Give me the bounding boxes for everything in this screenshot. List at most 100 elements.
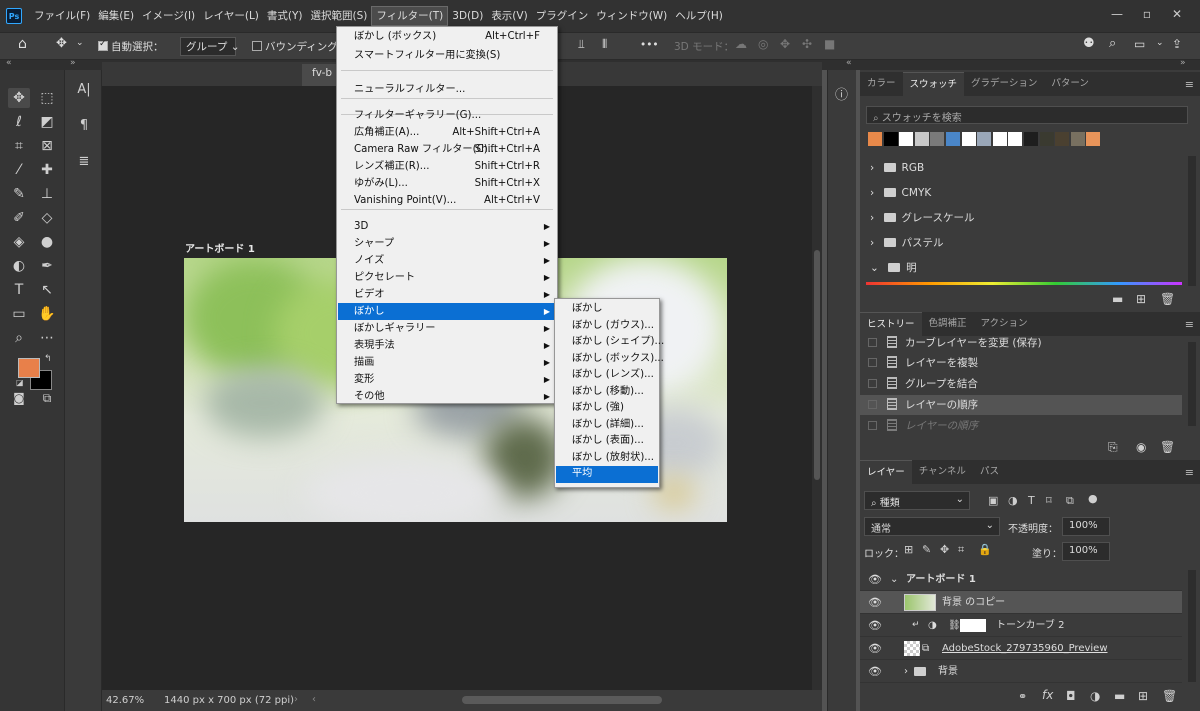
add-mask-icon[interactable]: ◘ <box>1066 689 1076 703</box>
adjustment-layer-icon[interactable]: ◑ <box>1090 689 1100 703</box>
filter-menu-item-video[interactable]: ビデオ ▶ <box>338 286 556 303</box>
swatches-panel-menu-icon[interactable]: ≡ <box>1185 78 1194 91</box>
menu-plugins[interactable]: プラグイン <box>532 6 593 26</box>
filter-menu-item-blur[interactable]: ぼかし ▶ <box>338 303 556 320</box>
hand-tool-icon[interactable]: ✋ <box>36 304 58 324</box>
filter-menu-item-other[interactable]: その他 ▶ <box>338 388 556 405</box>
delete-icon[interactable]: 🗑 <box>1162 689 1177 703</box>
color-swatch[interactable] <box>868 132 882 146</box>
rectangle-tool-icon[interactable]: ▭ <box>8 304 30 324</box>
zoom-tool-icon[interactable]: ⌕ <box>8 328 30 348</box>
color-swatch[interactable] <box>946 132 960 146</box>
dodge-tool-icon[interactable]: ◐ <box>8 256 30 276</box>
menu-filter[interactable]: フィルター(T) <box>371 6 449 26</box>
properties-panel-icon[interactable]: ≣ <box>73 152 95 172</box>
collapse-left-icon[interactable]: « <box>6 58 12 68</box>
swatch-folder-pastel[interactable]: › パステル <box>860 231 1182 256</box>
object-select-tool-icon[interactable]: ◩ <box>36 112 58 132</box>
menu-view[interactable]: 表示(V) <box>487 6 531 26</box>
filter-pixel-icon[interactable]: ▣ <box>988 494 998 507</box>
bounding-box-checkbox[interactable]: バウンディングボ <box>252 39 348 54</box>
chevron-down-icon[interactable]: ⌄ <box>890 568 898 591</box>
menu-file[interactable]: ファイル(F) <box>30 6 94 26</box>
filter-menu-item-3d[interactable]: 3D ▶ <box>338 218 556 235</box>
history-item-current[interactable]: レイヤーの順序 <box>860 395 1182 415</box>
frame-tool-icon[interactable]: ⊠ <box>36 136 58 156</box>
menu-image[interactable]: イメージ(I) <box>138 6 199 26</box>
tab-actions[interactable]: アクション <box>974 312 1035 336</box>
color-swatch[interactable] <box>1024 132 1038 146</box>
color-swatch[interactable] <box>930 132 945 146</box>
tab-channels[interactable]: チャンネル <box>912 460 973 484</box>
layers-panel-menu-icon[interactable]: ≡ <box>1185 466 1194 479</box>
layer-row-curves[interactable]: 👁 ↵ ◑ ⛓ トーンカーブ 2 <box>860 614 1182 637</box>
horizontal-scrollbar-thumb[interactable] <box>462 696 662 704</box>
history-scrollbar[interactable] <box>1188 342 1196 426</box>
tab-adjustments[interactable]: 色調補正 <box>922 312 974 336</box>
layer-row-artboard[interactable]: 👁 ⌄ アートボード 1 <box>860 568 1182 591</box>
swatch-folder-bright[interactable]: ⌄ 明 <box>860 256 1182 281</box>
tab-paths[interactable]: パス <box>973 460 1006 484</box>
expand-icon[interactable]: » <box>70 58 76 68</box>
color-swatch[interactable] <box>883 132 898 146</box>
history-item[interactable]: カーブレイヤーを変更 (保存) <box>860 336 1182 348</box>
delete-icon[interactable]: 🗑 <box>1160 440 1175 454</box>
blur-submenu-item[interactable]: ぼかし (レンズ)... <box>556 367 658 384</box>
info-panel-icon[interactable]: ⓘ <box>835 84 848 103</box>
lock-artboard-icon[interactable]: ⌗ <box>958 543 964 557</box>
scroll-left-icon[interactable]: ‹ <box>312 694 316 705</box>
lock-all-icon[interactable]: 🔒 <box>978 543 992 556</box>
new-group-icon[interactable]: ▬ <box>1114 689 1125 703</box>
new-group-icon[interactable]: ▬ <box>1112 292 1123 306</box>
blur-submenu-item[interactable]: 平均 <box>556 466 658 483</box>
maximize-button[interactable]: ▫ <box>1135 4 1159 24</box>
new-layer-icon[interactable]: ⊞ <box>1138 689 1148 703</box>
foreground-color-swatch[interactable] <box>18 358 40 378</box>
drag-3d-icon[interactable]: ✥ <box>780 37 790 51</box>
menu-layer[interactable]: レイヤー(L) <box>199 6 263 26</box>
brush-tool-icon[interactable]: ✎ <box>8 184 30 204</box>
link-layers-icon[interactable]: ⚭ <box>1018 690 1027 703</box>
workspace-chevron-icon[interactable]: ⌄ <box>1156 38 1164 48</box>
path-select-tool-icon[interactable]: ↖ <box>36 280 58 300</box>
opacity-input[interactable]: 100% <box>1062 517 1110 536</box>
filter-menu-item-convert-smart-filter[interactable]: スマートフィルター用に変換(S) <box>338 47 556 64</box>
tab-layers[interactable]: レイヤー <box>860 460 912 484</box>
tab-swatches[interactable]: スウォッチ <box>902 72 965 96</box>
filter-menu-item-stylize[interactable]: 表現手法 ▶ <box>338 337 556 354</box>
filter-menu-item-liquify[interactable]: ゆがみ(L)... Shift+Ctrl+X <box>338 175 556 192</box>
default-colors-icon[interactable]: ◪ <box>16 378 24 387</box>
layers-scrollbar[interactable] <box>1188 570 1196 682</box>
close-button[interactable]: ✕ <box>1165 4 1189 24</box>
auto-select-checkbox[interactable]: 自動選択： <box>98 39 164 54</box>
more-options-button[interactable]: ••• <box>640 39 659 51</box>
filter-menu-item-noise[interactable]: ノイズ ▶ <box>338 252 556 269</box>
auto-select-dropdown[interactable]: グループ ⌄ <box>180 37 240 56</box>
visibility-eye-icon[interactable]: 👁 <box>868 568 882 591</box>
color-swatch[interactable] <box>977 132 992 146</box>
blur-submenu-item[interactable]: ぼかし (シェイプ)... <box>556 334 664 351</box>
camera-3d-icon[interactable]: ■ <box>824 37 835 51</box>
visibility-eye-icon[interactable]: 👁 <box>868 637 882 660</box>
layer-row-selected[interactable]: 👁 背景 のコピー <box>860 591 1182 614</box>
history-panel-menu-icon[interactable]: ≡ <box>1185 318 1194 331</box>
distribute-icon[interactable]: ⦀ <box>602 37 607 52</box>
character-panel-icon[interactable]: A| <box>73 80 95 100</box>
filter-type-icon[interactable]: T <box>1028 494 1035 507</box>
history-item[interactable]: レイヤーを複製 <box>860 353 1182 373</box>
color-swatch[interactable] <box>1008 132 1023 146</box>
share-icon[interactable]: ⚉ <box>1083 36 1095 51</box>
color-swatch[interactable] <box>914 132 929 146</box>
chevron-down-icon[interactable]: ⌄ <box>76 38 84 48</box>
new-swatch-icon[interactable]: ⊞ <box>1136 292 1146 306</box>
crop-tool-icon[interactable]: ⌗ <box>8 136 30 156</box>
layer-row-background-group[interactable]: 👁 › 背景 <box>860 660 1182 683</box>
stamp-tool-icon[interactable]: ⊥ <box>36 184 58 204</box>
marquee-tool-icon[interactable]: ⬚ <box>36 88 58 108</box>
more-tools-icon[interactable]: ⋯ <box>36 328 58 348</box>
menu-3d[interactable]: 3D(D) <box>448 6 487 26</box>
move-tool-icon[interactable]: ✥ <box>8 88 30 108</box>
tab-color[interactable]: カラー <box>860 72 903 96</box>
filter-menu-item-pixelate[interactable]: ピクセレート ▶ <box>338 269 556 286</box>
fx-icon[interactable]: fx <box>1042 688 1053 702</box>
